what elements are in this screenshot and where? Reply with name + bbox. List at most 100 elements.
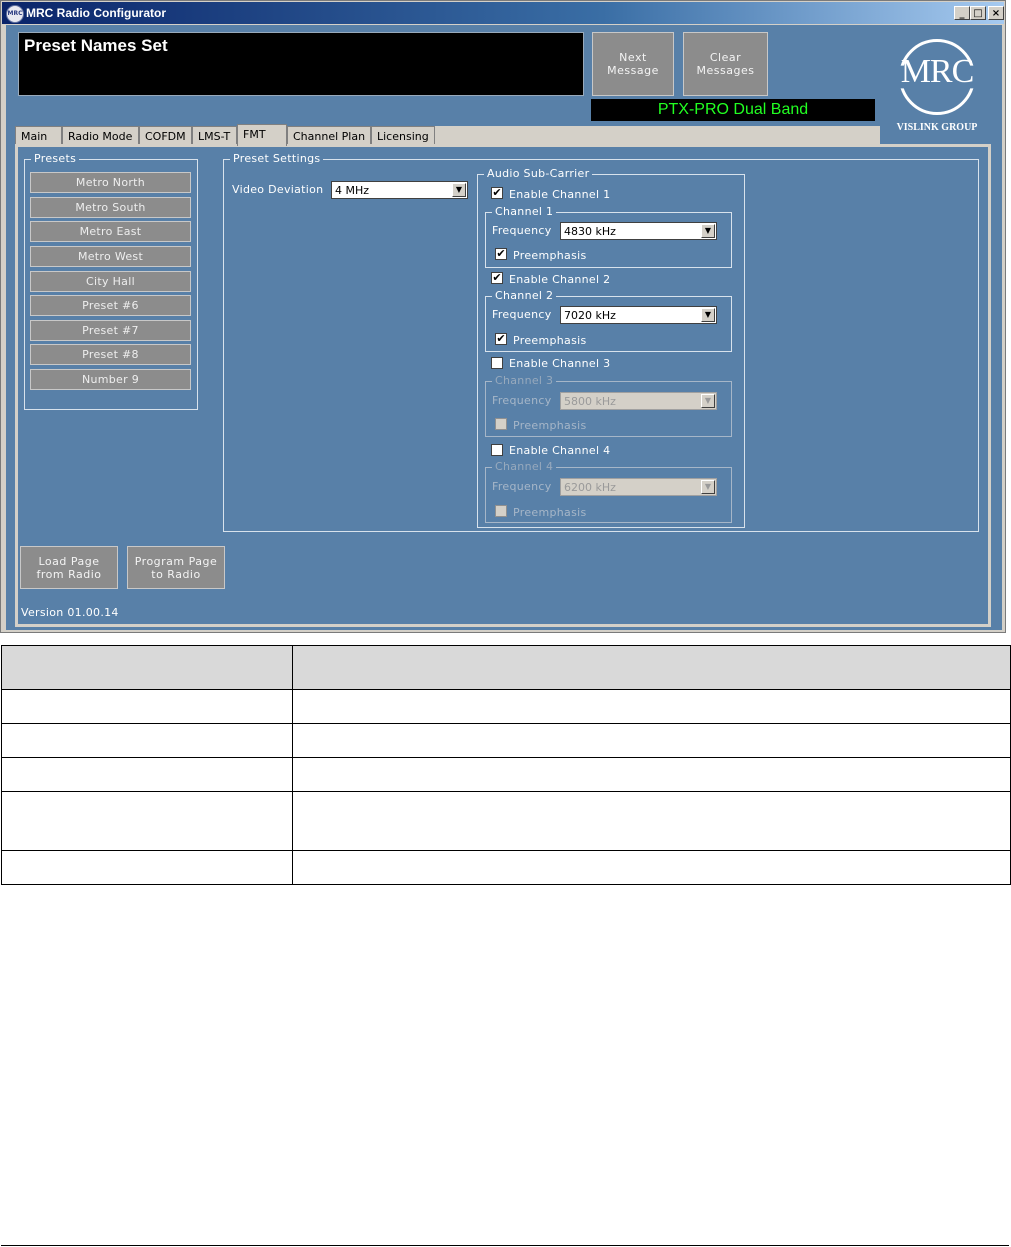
channel-3-frequency-label: Frequency <box>492 394 552 407</box>
app-icon: MRC <box>6 5 24 23</box>
table-cell <box>292 689 1011 724</box>
table-cell <box>292 791 1011 851</box>
tab-fmt[interactable]: FMT <box>237 124 287 146</box>
message-display: Preset Names Set <box>18 32 584 96</box>
tab-cofdm[interactable]: COFDM <box>139 126 192 145</box>
tab-lms-t[interactable]: LMS-T <box>192 126 237 145</box>
channel-1-title: Channel 1 <box>492 205 557 218</box>
table-cell <box>1 850 293 885</box>
app-window: MRC MRC Radio Configurator _ □ × Preset … <box>0 0 1006 633</box>
next-message-button[interactable]: Next Message <box>592 32 674 96</box>
chevron-down-icon[interactable]: ▼ <box>701 224 715 238</box>
audio-sub-carrier-title: Audio Sub-Carrier <box>484 167 593 180</box>
clear-messages-label-1: Clear <box>709 51 742 64</box>
program-page-label-1: Program Page <box>134 554 218 568</box>
chevron-down-icon[interactable]: ▼ <box>452 183 466 197</box>
table-cell <box>1 757 293 792</box>
preset-button-5[interactable]: City Hall <box>30 271 191 292</box>
preset-button-6[interactable]: Preset #6 <box>30 295 191 316</box>
video-deviation-select[interactable]: 4 MHz ▼ <box>331 181 468 199</box>
tab-main[interactable]: Main <box>15 126 62 145</box>
page-footer-rule <box>1 1245 1009 1246</box>
preset-settings-group: Preset Settings Video Deviation 4 MHz ▼ … <box>223 152 979 532</box>
preset-button-1[interactable]: Metro North <box>30 172 191 193</box>
table-header-row <box>1 645 1011 690</box>
preset-button-9[interactable]: Number 9 <box>30 369 191 390</box>
channel-4-frequency-value: 6200 kHz <box>564 481 616 494</box>
channel-2-frequency-value: 7020 kHz <box>564 309 616 322</box>
clear-messages-label-2: Messages <box>696 64 755 77</box>
chevron-down-icon: ▼ <box>701 480 715 494</box>
tab-radio-mode[interactable]: Radio Mode <box>62 126 139 145</box>
channel-1-preemphasis-label: Preemphasis <box>513 249 587 262</box>
table-cell <box>1 689 293 724</box>
clear-messages-button[interactable]: Clear Messages <box>683 32 768 96</box>
audio-sub-carrier-group: Audio Sub-Carrier ✔ Enable Channel 1 Cha… <box>477 167 745 528</box>
tab-strip-filler <box>435 126 880 145</box>
vislink-group-logo: VISLINK GROUP <box>896 122 978 133</box>
enable-channel-3-checkbox[interactable] <box>491 357 503 369</box>
enable-channel-1-label: Enable Channel 1 <box>509 188 611 201</box>
channel-1-preemphasis-checkbox[interactable]: ✔ <box>495 248 507 260</box>
preset-button-2[interactable]: Metro South <box>30 197 191 218</box>
video-deviation-label: Video Deviation <box>232 183 324 196</box>
channel-2-preemphasis-checkbox[interactable]: ✔ <box>495 333 507 345</box>
device-model-label: PTX-PRO Dual Band <box>591 99 875 121</box>
enable-channel-3-label: Enable Channel 3 <box>509 357 611 370</box>
table-row <box>1 757 1011 792</box>
channel-2-frequency-select[interactable]: 7020 kHz ▼ <box>560 306 717 324</box>
presets-title: Presets <box>31 152 80 165</box>
channel-3-preemphasis-checkbox <box>495 418 507 430</box>
channel-1-group: Channel 1 Frequency 4830 kHz ▼ ✔ Preemph… <box>485 205 732 268</box>
channel-4-preemphasis-checkbox <box>495 505 507 517</box>
window-title: MRC Radio Configurator <box>26 6 166 20</box>
channel-4-preemphasis-label: Preemphasis <box>513 506 587 519</box>
preset-button-7[interactable]: Preset #7 <box>30 320 191 341</box>
video-deviation-value: 4 MHz <box>335 184 370 197</box>
document-table <box>1 645 1011 885</box>
channel-3-preemphasis-label: Preemphasis <box>513 419 587 432</box>
channel-2-frequency-label: Frequency <box>492 308 552 321</box>
channel-1-frequency-value: 4830 kHz <box>564 225 616 238</box>
chevron-down-icon[interactable]: ▼ <box>701 308 715 322</box>
preset-button-4[interactable]: Metro West <box>30 246 191 267</box>
channel-4-frequency-label: Frequency <box>492 480 552 493</box>
channel-4-group: Channel 4 Frequency 6200 kHz ▼ Preemphas… <box>485 460 732 523</box>
table-cell <box>1 791 293 851</box>
mrc-logo: MRC <box>900 53 975 90</box>
enable-channel-4-checkbox[interactable] <box>491 444 503 456</box>
enable-channel-2-checkbox[interactable]: ✔ <box>491 272 503 284</box>
program-page-to-radio-button[interactable]: Program Page to Radio <box>127 546 225 589</box>
table-row <box>1 850 1011 885</box>
chevron-down-icon: ▼ <box>701 394 715 408</box>
channel-2-preemphasis-label: Preemphasis <box>513 334 587 347</box>
preset-button-3[interactable]: Metro East <box>30 221 191 242</box>
minimize-button[interactable]: _ <box>954 6 970 20</box>
tab-licensing[interactable]: Licensing <box>371 126 435 145</box>
channel-3-title: Channel 3 <box>492 374 557 387</box>
preset-settings-title: Preset Settings <box>230 152 324 165</box>
program-page-label-2: to Radio <box>151 567 201 581</box>
channel-1-frequency-label: Frequency <box>492 224 552 237</box>
channel-4-frequency-select: 6200 kHz ▼ <box>560 478 717 496</box>
table-cell <box>292 757 1011 792</box>
load-page-label-1: Load Page <box>38 554 100 568</box>
table-row <box>1 791 1011 851</box>
presets-group: Presets Metro North Metro South Metro Ea… <box>24 152 198 410</box>
title-bar[interactable]: MRC MRC Radio Configurator _ □ × <box>2 2 1004 24</box>
preset-button-8[interactable]: Preset #8 <box>30 344 191 365</box>
table-cell <box>292 723 1011 758</box>
next-message-label-2: Message <box>607 64 659 77</box>
channel-3-group: Channel 3 Frequency 5800 kHz ▼ Preemphas… <box>485 374 732 437</box>
maximize-button[interactable]: □ <box>970 6 986 20</box>
close-button[interactable]: × <box>988 6 1004 20</box>
load-page-from-radio-button[interactable]: Load Page from Radio <box>20 546 118 589</box>
channel-3-frequency-select: 5800 kHz ▼ <box>560 392 717 410</box>
tab-channel-plan[interactable]: Channel Plan <box>287 126 371 145</box>
channel-2-group: Channel 2 Frequency 7020 kHz ▼ ✔ Preemph… <box>485 289 732 352</box>
enable-channel-1-checkbox[interactable]: ✔ <box>491 187 503 199</box>
table-header-cell <box>292 645 1011 690</box>
channel-1-frequency-select[interactable]: 4830 kHz ▼ <box>560 222 717 240</box>
load-page-label-2: from Radio <box>36 567 102 581</box>
channel-4-title: Channel 4 <box>492 460 557 473</box>
